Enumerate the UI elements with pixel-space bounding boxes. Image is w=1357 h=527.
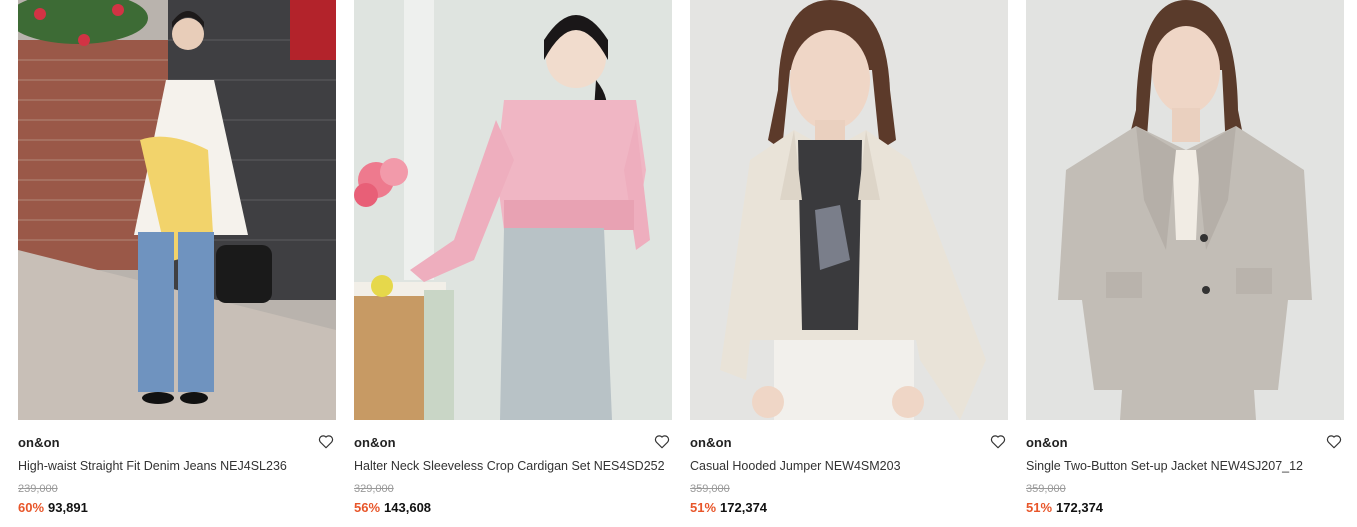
original-price: 359,000	[690, 483, 730, 495]
heart-outline-icon[interactable]	[1325, 432, 1343, 450]
product-name[interactable]: Single Two-Button Set-up Jacket NEW4SJ20…	[1026, 459, 1344, 473]
heart-outline-icon[interactable]	[989, 432, 1007, 450]
brand-name[interactable]: on&on	[354, 435, 396, 450]
product-image[interactable]	[354, 0, 672, 420]
product-name[interactable]: Casual Hooded Jumper NEW4SM203	[690, 459, 1008, 473]
product-name[interactable]: Halter Neck Sleeveless Crop Cardigan Set…	[354, 459, 672, 473]
product-card[interactable]: on&on Halter Neck Sleeveless Crop Cardig…	[354, 0, 672, 527]
discount-rate: 51%	[690, 500, 717, 515]
brand-name[interactable]: on&on	[690, 435, 732, 450]
brand-row: on&on	[354, 432, 672, 452]
sale-price: 93,891	[48, 500, 88, 515]
product-card[interactable]: on&on High-waist Straight Fit Denim Jean…	[18, 0, 336, 527]
product-name[interactable]: High-waist Straight Fit Denim Jeans NEJ4…	[18, 459, 336, 473]
sale-price: 172,374	[720, 500, 768, 515]
discount-rate: 51%	[1026, 500, 1053, 515]
product-card[interactable]: on&on Casual Hooded Jumper NEW4SM203 359…	[690, 0, 1008, 527]
heart-outline-icon[interactable]	[317, 432, 335, 450]
original-price: 239,000	[18, 483, 58, 495]
price-row: 51% 172,374	[1026, 500, 1103, 515]
product-image[interactable]	[690, 0, 1008, 420]
sale-price: 143,608	[384, 500, 432, 515]
sale-price: 172,374	[1056, 500, 1104, 515]
product-image[interactable]	[18, 0, 336, 420]
brand-row: on&on	[690, 432, 1008, 452]
heart-outline-icon[interactable]	[653, 432, 671, 450]
original-price: 359,000	[1026, 483, 1066, 495]
brand-row: on&on	[18, 432, 336, 452]
brand-row: on&on	[1026, 432, 1344, 452]
product-card[interactable]: on&on Single Two-Button Set-up Jacket NE…	[1026, 0, 1344, 527]
original-price: 329,000	[354, 483, 394, 495]
brand-name[interactable]: on&on	[1026, 435, 1068, 450]
price-row: 56% 143,608	[354, 500, 431, 515]
discount-rate: 56%	[354, 500, 381, 515]
product-grid: on&on High-waist Straight Fit Denim Jean…	[0, 0, 1357, 527]
discount-rate: 60%	[18, 500, 45, 515]
price-row: 51% 172,374	[690, 500, 767, 515]
brand-name[interactable]: on&on	[18, 435, 60, 450]
price-row: 60% 93,891	[18, 500, 88, 515]
product-image[interactable]	[1026, 0, 1344, 420]
